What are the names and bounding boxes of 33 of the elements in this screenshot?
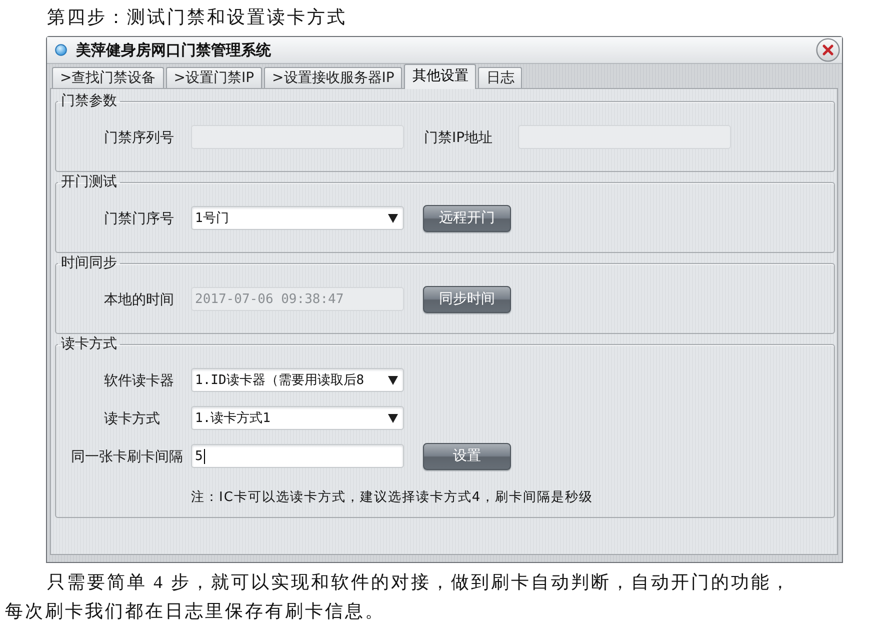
tab[interactable]: >设置接收服务器IP [264,67,402,88]
action-button[interactable]: 设置 [423,442,511,470]
field-label: 门禁序列号 [104,130,174,146]
field-label: 门禁门序号 [104,211,174,227]
field-label: 本地的时间 [104,292,174,308]
tab[interactable]: 其他设置 [404,64,476,89]
group-title: 读卡方式 [60,336,118,352]
dot-icon [55,44,67,56]
text-cursor-icon [204,448,205,464]
input-field[interactable]: 5 [191,444,404,468]
tab[interactable]: 日志 [478,67,522,88]
field-label: 读卡方式 [104,411,160,427]
group-title: 开门测试 [60,174,118,190]
caret-down-icon [388,376,398,384]
caret-down-icon [388,214,398,222]
close-icon[interactable] [816,38,840,62]
body-paragraph: 只需要简单 4 步，就可以实现和软件的对接，做到刷卡自动判断，自动开门的功能，每次刷卡我们都在日志里保存有刷卡信息。 [5,571,792,623]
window-title: 美萍健身房网口门禁管理系统 [76,41,271,59]
dropdown[interactable]: 1.读卡方式1 [191,406,404,430]
group-title: 门禁参数 [60,93,118,109]
group-title: 时间同步 [60,255,118,271]
field-label: 门禁IP地址 [424,130,493,146]
field-label: 同一张卡刷卡间隔 [71,449,183,465]
note-text: 注：IC卡可以选读卡方式，建议选择读卡方式4，刷卡间隔是秒级 [191,490,594,506]
action-button[interactable]: 远程开门 [423,204,511,232]
tab[interactable]: >设置门禁IP [166,67,262,88]
dropdown[interactable]: 1号门 [191,206,404,230]
caret-down-icon [388,414,398,422]
dropdown[interactable]: 1.ID读卡器（需要用读取后8 [191,368,404,392]
tab[interactable]: >查找门禁设备 [52,67,164,88]
step-heading: 第四步：测试门禁和设置读卡方式 [47,6,347,29]
field-label: 软件读卡器 [104,373,174,389]
action-button[interactable]: 同步时间 [423,286,511,312]
